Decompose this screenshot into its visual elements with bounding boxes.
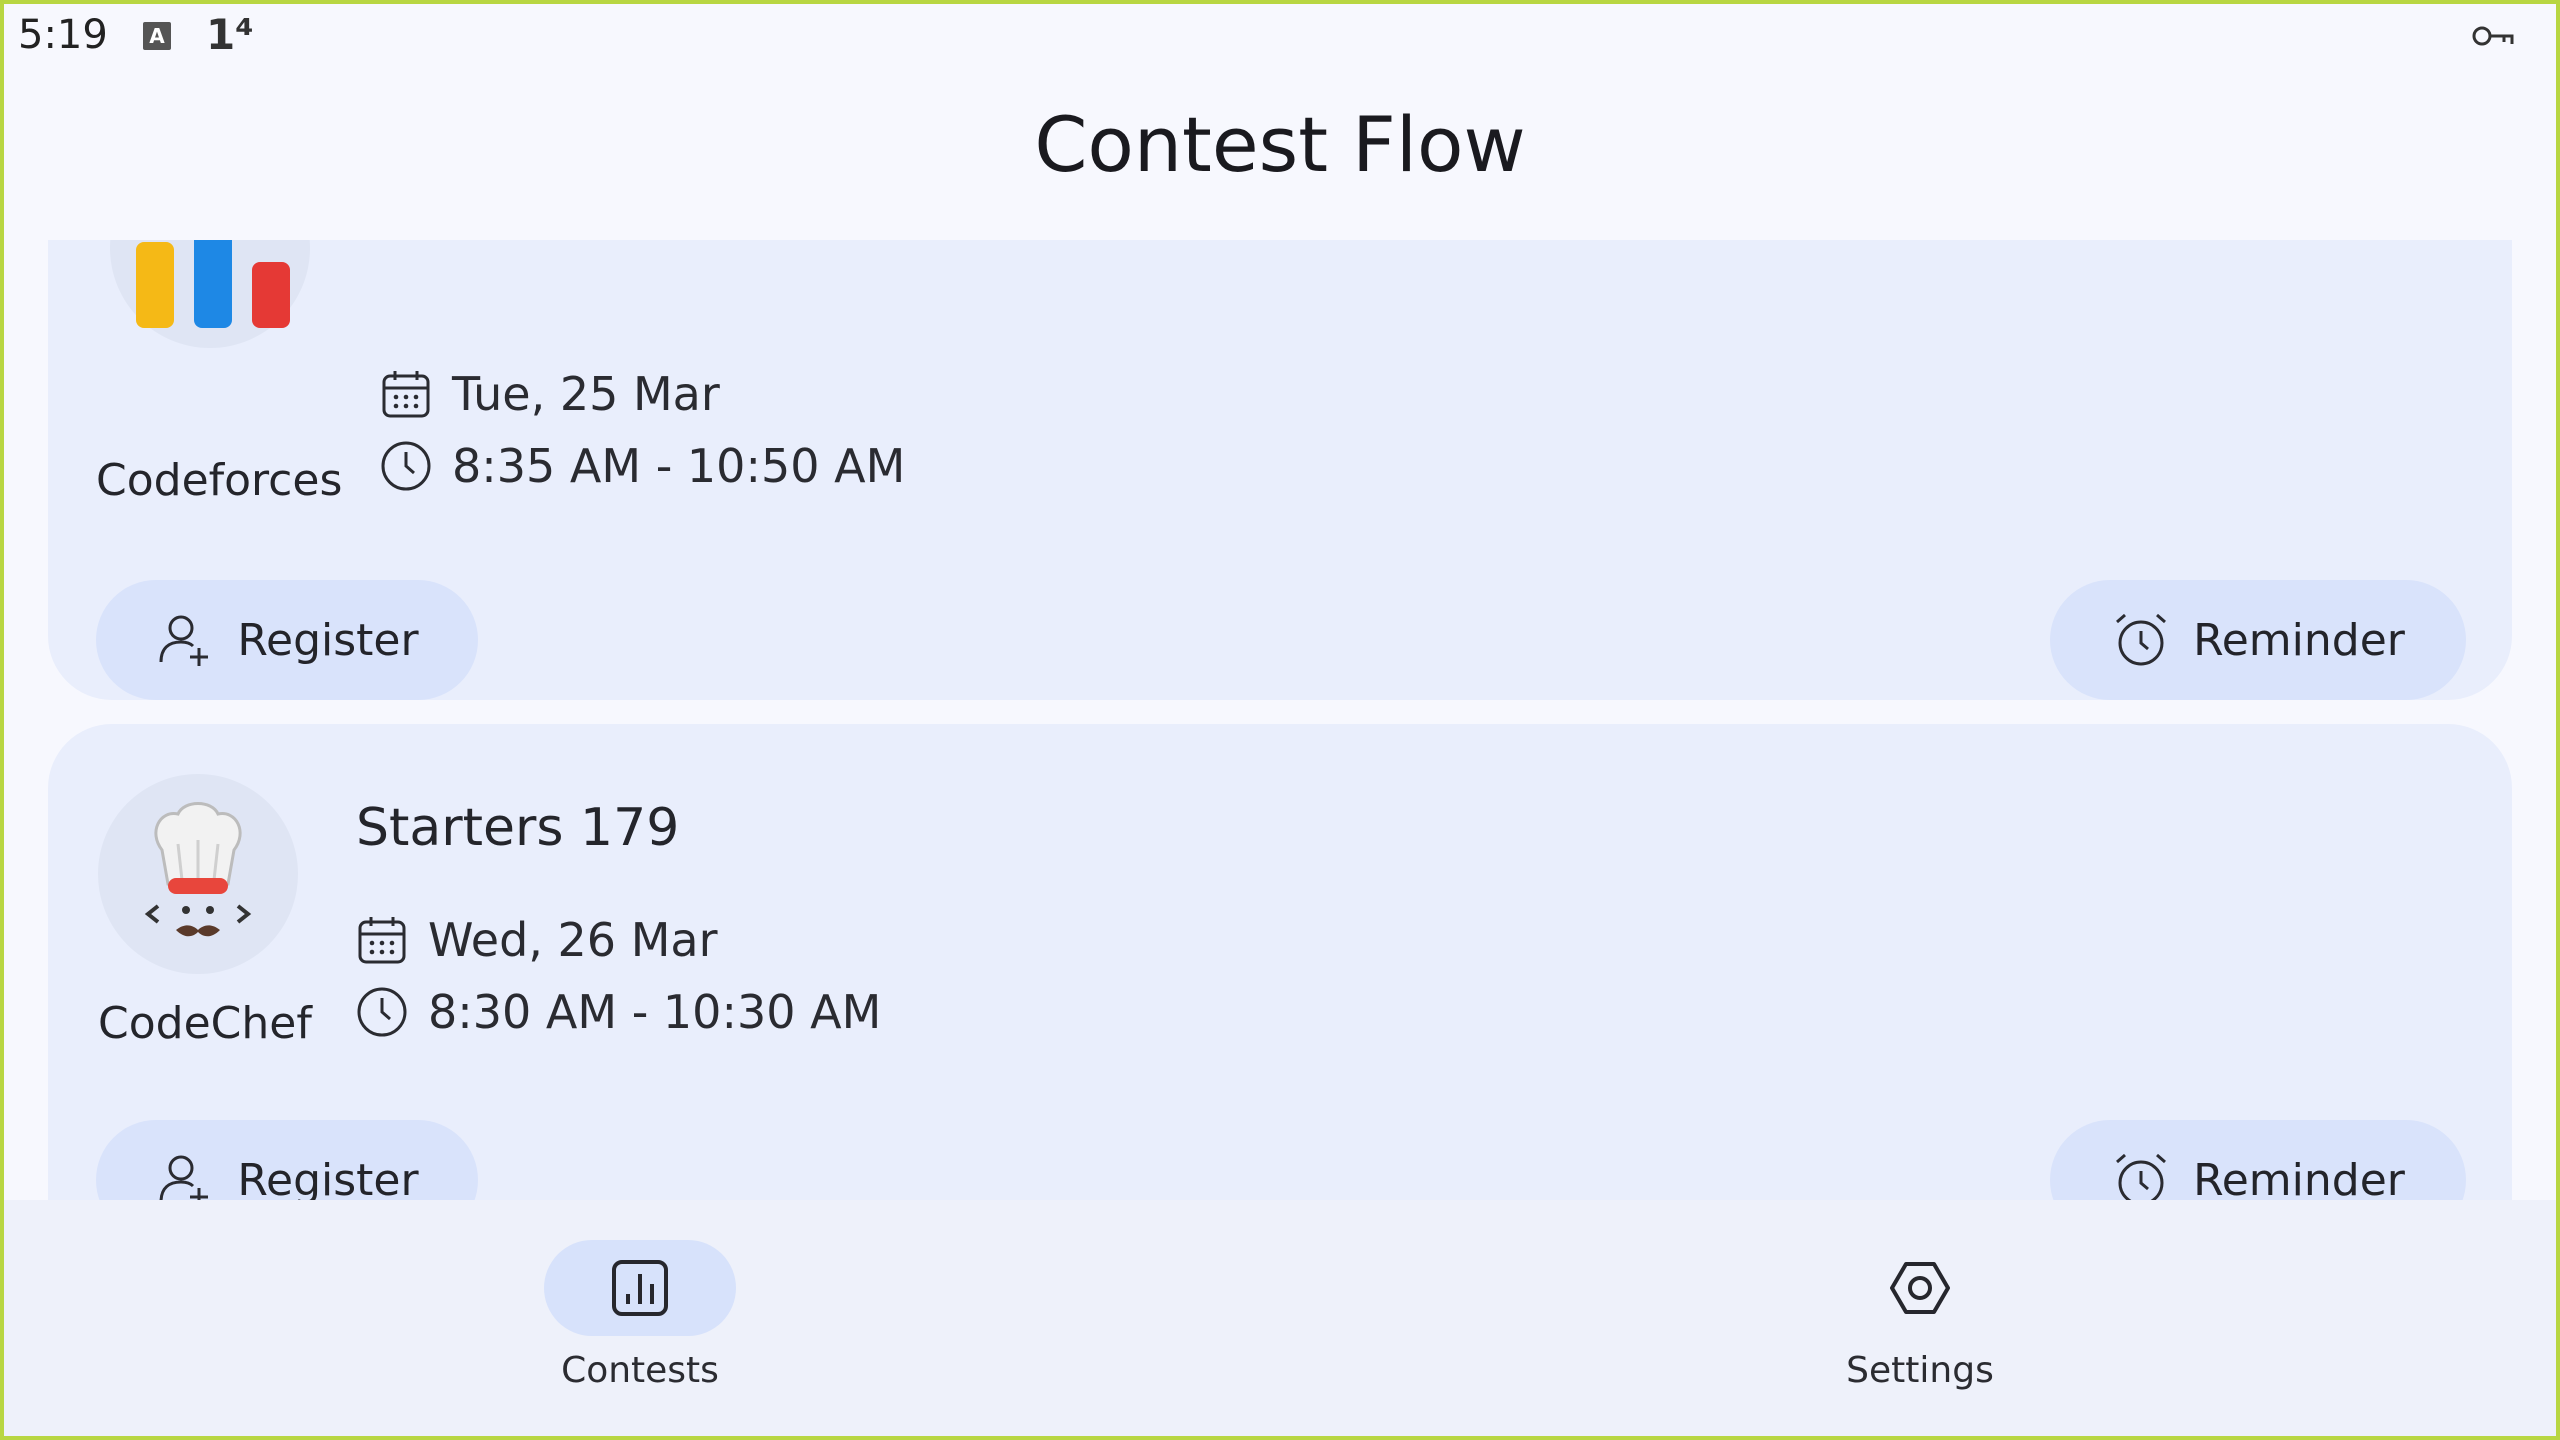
- contest-date: Wed, 26 Mar: [428, 913, 718, 967]
- status-time: 5:19: [18, 12, 108, 58]
- clock-icon: [381, 441, 431, 491]
- signal-icon: 1⁴: [206, 10, 254, 59]
- nav-indicator: [1824, 1240, 2016, 1336]
- add-user-icon: [160, 1155, 209, 1200]
- codechef-logo: [98, 774, 298, 974]
- codeforces-bars-icon: [136, 240, 290, 328]
- settings-hexagon-icon: [1890, 1262, 1950, 1314]
- contest-date: Tue, 25 Mar: [452, 367, 720, 421]
- register-label: Register: [237, 1154, 419, 1201]
- reminder-label: Reminder: [2193, 614, 2405, 666]
- register-button[interactable]: Register: [96, 1120, 478, 1200]
- register-button[interactable]: Register: [96, 580, 478, 700]
- alarm-clock-icon: [2116, 613, 2167, 666]
- contest-card: Codeforces Tue, 25 Mar 8:35 AM - 10:50 A…: [48, 240, 2512, 700]
- platform-name: Codeforces: [96, 455, 343, 506]
- clock-icon: [357, 987, 407, 1037]
- reminder-button[interactable]: Reminder: [2050, 580, 2466, 700]
- nav-active-indicator: [544, 1240, 736, 1336]
- date-row: Wed, 26 Mar: [354, 912, 717, 968]
- date-row: Tue, 25 Mar: [378, 366, 720, 422]
- time-row: 8:35 AM - 10:50 AM: [378, 438, 905, 494]
- nav-label-contests: Contests: [561, 1350, 719, 1391]
- contest-list[interactable]: Codeforces Tue, 25 Mar 8:35 AM - 10:50 A…: [0, 240, 2560, 1200]
- register-label: Register: [237, 614, 419, 666]
- contest-time: 8:35 AM - 10:50 AM: [452, 439, 906, 493]
- bottom-navigation: Contests Settings: [0, 1200, 2560, 1440]
- nav-item-settings[interactable]: Settings: [1770, 1240, 2070, 1391]
- alarm-clock-icon: [2116, 1153, 2167, 1200]
- calendar-icon: [382, 371, 430, 418]
- status-bar: 5:19 A 1⁴: [0, 0, 2560, 72]
- reminder-label: Reminder: [2193, 1154, 2405, 1201]
- nav-label-settings: Settings: [1846, 1350, 1994, 1391]
- platform-name: CodeChef: [98, 998, 312, 1049]
- contest-time: 8:30 AM - 10:30 AM: [428, 985, 882, 1039]
- add-user-icon: [159, 615, 209, 666]
- keyboard-a-icon: A: [143, 22, 171, 50]
- time-row: 8:30 AM - 10:30 AM: [354, 984, 881, 1040]
- app-title: Contest Flow: [1034, 100, 1526, 189]
- key-icon: [2472, 26, 2514, 46]
- calendar-icon: [358, 917, 406, 964]
- nav-item-contests[interactable]: Contests: [490, 1240, 790, 1391]
- bar-chart-icon: [612, 1260, 668, 1316]
- chef-hat-icon: [144, 802, 252, 937]
- reminder-button[interactable]: Reminder: [2050, 1120, 2466, 1200]
- contest-card: CodeChef Starters 179 Wed, 26 Mar 8:30 A…: [48, 724, 2512, 1200]
- codeforces-logo: [110, 240, 310, 348]
- contest-title: Starters 179: [356, 798, 680, 858]
